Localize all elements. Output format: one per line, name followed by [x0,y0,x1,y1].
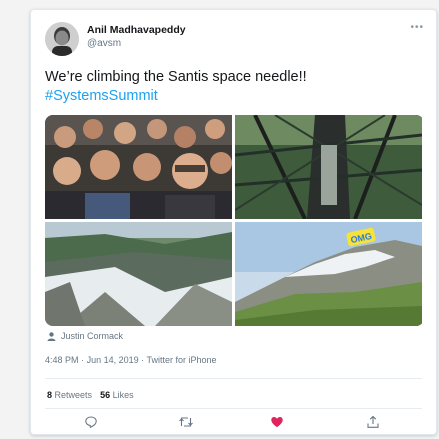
likes-label: Likes [112,390,134,400]
media-photo-ridge[interactable]: OMG [235,222,422,326]
heart-icon[interactable] [270,415,288,433]
media-photo-selfie[interactable] [45,115,232,219]
likes-stat[interactable]: 56 Likes [100,390,134,400]
retweets-stat[interactable]: 8 Retweets [47,390,92,400]
tweet-text: We’re climbing the Santis space needle!!… [45,68,425,106]
tweet-body: We’re climbing the Santis space needle!! [45,69,307,85]
ellipsis-icon[interactable]: ••• [410,22,424,33]
photo-credit[interactable]: Justin Cormack [47,331,123,341]
share-icon[interactable] [366,415,384,433]
retweets-label: Retweets [54,390,93,400]
divider [45,378,422,379]
user-handle[interactable]: @avsm [87,38,121,49]
retweet-icon[interactable] [178,415,196,433]
avatar[interactable] [45,22,79,56]
media-photo-tower[interactable] [235,115,422,219]
tweet-date[interactable]: Jun 14, 2019 [87,355,139,365]
meta-separator: · [141,355,145,365]
user-name[interactable]: Anil Madhavapeddy [87,24,186,36]
reply-icon[interactable] [84,415,102,433]
person-icon [47,331,56,341]
photo-credit-name: Justin Cormack [61,331,124,341]
hashtag-link[interactable]: #SystemsSummit [45,87,425,106]
meta-separator: · [81,355,85,365]
tweet-stats: 8 Retweets 56 Likes [47,390,134,400]
media-photo-valley[interactable] [45,222,232,326]
likes-count: 56 [100,390,111,400]
tweet-source[interactable]: Twitter for iPhone [146,355,216,365]
tweet-meta: 4:48 PM · Jun 14, 2019 · Twitter for iPh… [45,355,217,365]
tweet-actions [45,415,422,433]
media-grid: OMG [45,115,424,326]
divider [45,408,422,409]
tweet-card: Anil Madhavapeddy @avsm ••• We’re climbi… [30,9,437,435]
tweet-time[interactable]: 4:48 PM [45,355,79,365]
retweets-count: 8 [47,390,53,400]
